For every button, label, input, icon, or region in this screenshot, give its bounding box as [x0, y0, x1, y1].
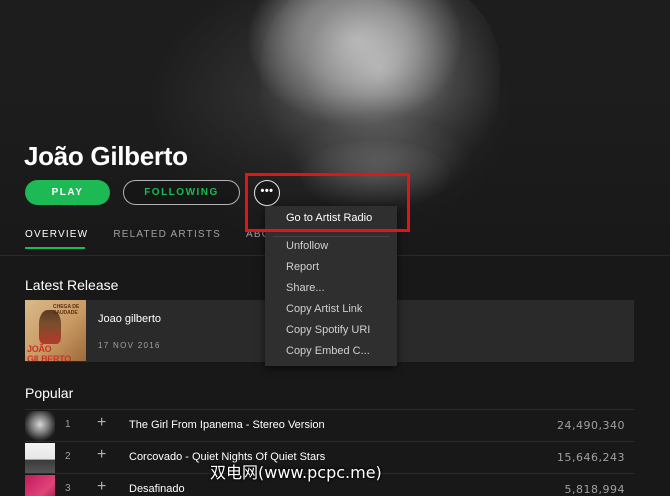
menu-item-copy-embed-code[interactable]: Copy Embed C... — [286, 345, 370, 357]
menu-item-report[interactable]: Report — [286, 261, 319, 273]
cover-small-text: CHEGA DE SAUDADE — [53, 304, 80, 316]
menu-item-share[interactable]: Share... — [286, 282, 325, 294]
following-button[interactable]: FOLLOWING — [123, 180, 240, 205]
play-button[interactable]: PLAY — [25, 180, 110, 205]
active-tab-indicator — [25, 247, 85, 249]
latest-release-heading: Latest Release — [25, 277, 119, 293]
track-number: 1 — [65, 419, 71, 430]
menu-item-copy-artist-link[interactable]: Copy Artist Link — [286, 303, 362, 315]
track-play-count: 15,646,243 — [557, 451, 625, 464]
track-title[interactable]: Desafinado — [129, 483, 185, 495]
menu-item-unfollow[interactable]: Unfollow — [286, 240, 328, 252]
cover-title-text: JOÃO GILBERTO — [27, 344, 71, 361]
add-track-icon[interactable]: + — [97, 478, 106, 496]
track-thumbnail — [25, 475, 55, 496]
popular-heading: Popular — [25, 385, 74, 401]
annotation-highlight-box — [245, 173, 410, 232]
track-title[interactable]: The Girl From Ipanema - Stereo Version — [129, 419, 325, 431]
track-play-count: 24,490,340 — [557, 419, 625, 432]
track-play-count: 5,818,994 — [564, 483, 625, 496]
artist-name: João Gilberto — [24, 141, 188, 171]
tab-related-artists[interactable]: RELATED ARTISTS — [113, 229, 221, 245]
menu-separator — [273, 236, 389, 237]
tab-overview[interactable]: OVERVIEW — [25, 229, 88, 245]
track-thumbnail — [25, 443, 55, 473]
menu-item-copy-spotify-uri[interactable]: Copy Spotify URI — [286, 324, 370, 336]
album-cover[interactable]: CHEGA DE SAUDADE JOÃO GILBERTO — [25, 300, 86, 361]
release-date: 17 NOV 2016 — [98, 341, 161, 350]
add-track-icon[interactable]: + — [97, 414, 106, 432]
release-title[interactable]: Joao gilberto — [98, 313, 161, 325]
track-number: 2 — [65, 451, 71, 462]
track-number: 3 — [65, 483, 71, 494]
track-row[interactable]: 1 + The Girl From Ipanema - Stereo Versi… — [25, 409, 634, 441]
add-track-icon[interactable]: + — [97, 446, 106, 464]
watermark-text: 双电网(www.pcpc.me) — [210, 463, 382, 482]
track-thumbnail — [25, 411, 55, 441]
